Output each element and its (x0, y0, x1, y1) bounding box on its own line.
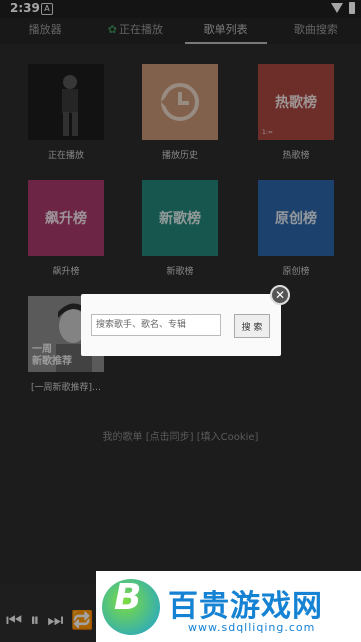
search-input[interactable] (91, 314, 221, 336)
search-dialog: 搜 索 (81, 294, 281, 356)
close-icon[interactable]: ✕ (270, 285, 290, 305)
brand-name: 百贵游戏网 (168, 589, 323, 624)
brand-url: www.sdqlliqing.com (188, 621, 316, 634)
brand-logo-letter: B (114, 577, 142, 618)
search-button[interactable]: 搜 索 (234, 314, 270, 338)
watermark-banner: B 百贵游戏网 www.sdqlliqing.com (96, 571, 361, 642)
